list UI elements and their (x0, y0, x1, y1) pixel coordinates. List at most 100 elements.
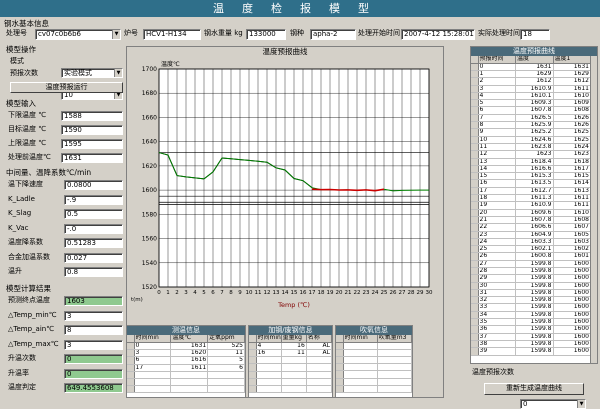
table-cell[interactable]: 1600 (553, 289, 591, 298)
table-cell[interactable]: 5 (207, 356, 245, 365)
table-row[interactable]: 14 1616.6 1617 (471, 165, 591, 174)
table-cell[interactable]: 1607.8 (515, 216, 554, 225)
table-cell[interactable]: 1623 (515, 150, 554, 159)
table-cell[interactable]: 6 (478, 106, 516, 115)
table-cell[interactable]: AL (306, 349, 332, 358)
table-cell[interactable] (281, 371, 307, 379)
table-cell[interactable] (306, 371, 332, 379)
table-row[interactable]: 2 1612 1612 (471, 77, 591, 86)
table-row[interactable]: 17 1612.7 1613 (471, 187, 591, 196)
table-cell[interactable]: 1610 (553, 92, 591, 101)
table-cell[interactable]: 18 (478, 194, 516, 203)
table-row[interactable]: 7 1626.5 1626 (471, 114, 591, 123)
table-cell[interactable]: 1599.8 (515, 347, 554, 356)
table-cell[interactable]: 1600 (553, 303, 591, 312)
table-row[interactable]: 4 16 AL (249, 342, 332, 351)
table-row[interactable] (127, 378, 245, 387)
table-cell[interactable] (343, 356, 378, 365)
table-cell[interactable]: 1600 (553, 274, 591, 283)
table-cell[interactable]: 1620 (170, 349, 209, 358)
table-cell[interactable]: 15 (478, 172, 516, 181)
table-row[interactable]: 29 1599.8 1600 (471, 274, 591, 283)
table-row[interactable]: 10 1624.6 1625 (471, 136, 591, 144)
table-cell[interactable]: 1603 (553, 238, 591, 247)
table-cell[interactable]: 11 (478, 143, 516, 152)
table-row[interactable]: 33 1599.8 1600 (471, 303, 591, 312)
table-cell[interactable] (281, 363, 307, 372)
table-cell[interactable]: 1625.9 (515, 121, 554, 130)
table-cell[interactable]: 2 (478, 77, 516, 86)
table-cell[interactable]: 1611 (553, 85, 591, 93)
table-row[interactable] (336, 342, 412, 350)
table-cell[interactable]: 37 (478, 333, 516, 341)
table-cell[interactable]: 16 (256, 349, 282, 358)
table-cell[interactable]: 25 (478, 245, 516, 254)
table-row[interactable]: 22 1606.6 1607 (471, 223, 591, 232)
table-row[interactable] (336, 385, 412, 394)
table-cell[interactable]: 1599.8 (515, 274, 554, 283)
table-cell[interactable]: 1612 (553, 77, 591, 86)
table-cell[interactable]: 3 (134, 349, 172, 358)
table-row[interactable] (249, 356, 332, 365)
table-cell[interactable]: 11 (207, 349, 245, 358)
table-cell[interactable] (170, 385, 209, 394)
table-cell[interactable]: 1604.9 (515, 231, 554, 239)
table-cell[interactable]: 1603.3 (515, 238, 554, 247)
table-row[interactable] (336, 363, 412, 372)
table-row[interactable]: 17 1611 6 (127, 364, 245, 372)
table-cell[interactable]: 38 (478, 340, 516, 349)
table-cell[interactable]: 1607 (553, 223, 591, 232)
field-value[interactable]: 0 (64, 354, 123, 364)
table-row[interactable] (249, 371, 332, 379)
table-row[interactable]: 3 1610.9 1611 (471, 85, 591, 93)
table-cell[interactable] (256, 378, 282, 387)
table-cell[interactable]: 1600 (553, 318, 591, 327)
table-cell[interactable]: 1611 (170, 364, 209, 372)
table-row[interactable]: 18 1611.3 1611 (471, 194, 591, 203)
table-cell[interactable]: 11 (281, 349, 307, 358)
table-row[interactable]: 35 1599.8 1600 (471, 318, 591, 327)
weight-field[interactable]: 133000 (246, 29, 286, 40)
table-row[interactable] (127, 385, 245, 394)
table-cell[interactable]: 1599.8 (515, 282, 554, 290)
table-row[interactable]: 16 1613.5 1614 (471, 179, 591, 188)
table-row[interactable] (336, 378, 412, 386)
table-cell[interactable]: 1600 (553, 296, 591, 305)
table-row[interactable]: 9 1625.2 1625 (471, 128, 591, 137)
table-cell[interactable]: 4 (256, 342, 282, 351)
table-cell[interactable]: 1625.2 (515, 128, 554, 137)
table-row[interactable]: 26 1600.8 1601 (471, 252, 591, 261)
table-row[interactable]: 30 1599.8 1600 (471, 282, 591, 290)
mode-dropdown[interactable]: 实验模式 ▼ (61, 68, 123, 78)
table-cell[interactable]: 1599.8 (515, 311, 554, 320)
table-cell[interactable]: 1610.9 (515, 201, 554, 210)
table-cell[interactable]: 33 (478, 303, 516, 312)
table-cell[interactable]: 1600 (553, 340, 591, 349)
table-cell[interactable]: 1599.8 (515, 333, 554, 341)
table-row[interactable]: 28 1599.8 1600 (471, 267, 591, 276)
table-cell[interactable] (281, 378, 307, 387)
table-cell[interactable]: 31 (478, 289, 516, 298)
table-row[interactable] (249, 385, 332, 394)
table-row[interactable]: 16 11 AL (249, 349, 332, 358)
table-cell[interactable]: 1610 (553, 209, 591, 217)
table-cell[interactable]: 24 (478, 238, 516, 247)
table-cell[interactable]: 29 (478, 274, 516, 283)
table-row[interactable]: 8 1625.9 1626 (471, 121, 591, 130)
table-cell[interactable]: 1600 (553, 333, 591, 341)
table-cell[interactable]: 26 (478, 252, 516, 261)
table-cell[interactable] (306, 378, 332, 387)
table-cell[interactable]: 9 (478, 128, 516, 137)
table-cell[interactable]: 12 (478, 150, 516, 159)
table-row[interactable] (336, 370, 412, 379)
table-row[interactable]: 31 1599.8 1600 (471, 289, 591, 298)
table-cell[interactable]: 1609 (553, 99, 591, 108)
table-cell[interactable]: 1609.3 (515, 99, 554, 108)
table-cell[interactable]: 1611 (553, 194, 591, 203)
table-cell[interactable] (306, 363, 332, 372)
table-cell[interactable]: 7 (478, 114, 516, 123)
table-cell[interactable] (207, 378, 245, 387)
table-row[interactable]: 6 1607.8 1608 (471, 106, 591, 115)
table-cell[interactable] (256, 356, 282, 365)
table-row[interactable]: 11 1623.8 1624 (471, 143, 591, 152)
